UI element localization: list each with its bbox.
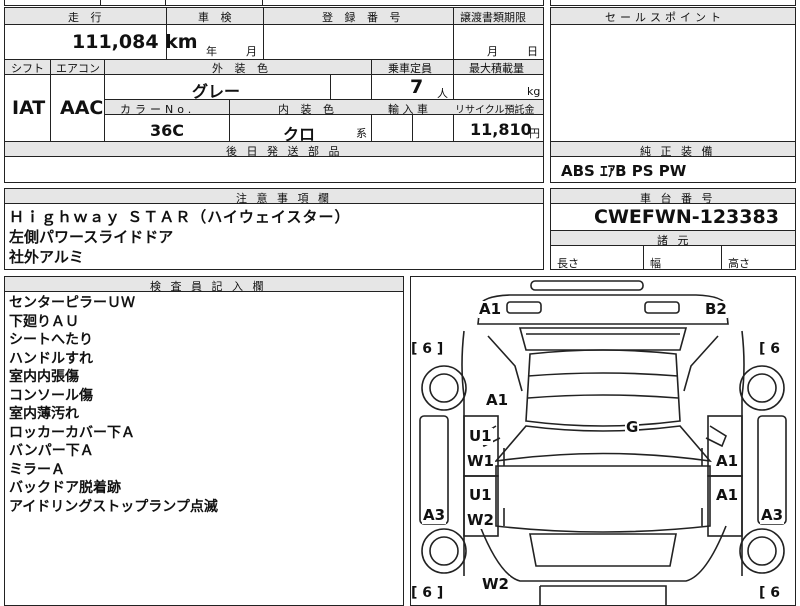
damage-mark: A1 <box>715 452 740 470</box>
tire-count-value: 6 <box>770 585 781 601</box>
mileage-value: 111,084 km <box>72 31 198 53</box>
damage-mark: A3 <box>760 506 785 524</box>
equipment-value: ABS ｴｱB PS PW <box>561 162 687 180</box>
shift-value: IAT <box>12 97 46 119</box>
divider <box>263 8 264 60</box>
equipment-label: 純 正 装 備 <box>640 145 716 158</box>
inspector-line: コンソール傷 <box>9 387 93 404</box>
height-label: 高さ <box>728 257 750 270</box>
damage-mark: A1 <box>478 300 503 318</box>
inspector-line: バックドア脱着跡 <box>9 480 121 496</box>
interior-suffix: 系 <box>356 127 367 140</box>
recycle-label: リサイクル預託金 <box>455 105 535 116</box>
damage-mark: W2 <box>466 511 495 529</box>
notes-line: 左側パワースライドドア <box>9 228 174 246</box>
chassis-label: 車 台 番 号 <box>640 192 716 205</box>
maxload-unit: kg <box>527 85 541 98</box>
divider <box>643 246 644 270</box>
later-parts-label: 後 日 発 送 部 品 <box>226 145 343 158</box>
tire-count-value: 6 <box>422 341 433 357</box>
chassis-value: CWEFWN-123383 <box>594 206 779 228</box>
inspector-line: アイドリングストップランプ点滅 <box>9 498 218 515</box>
top-fragment-divider <box>165 0 166 6</box>
tire-count-value: 6 <box>770 341 781 357</box>
inspector-line: ロッカーカバー下Ａ <box>9 424 135 441</box>
interior-label: 内 装 色 <box>278 103 338 116</box>
colorno-value: 36C <box>150 121 185 140</box>
notes-line: Ｈｉｇｈｗａｙ ＳＴＡＲ（ハイウェイスター） <box>9 208 351 226</box>
tire-count-front-right: [ 6 <box>759 585 781 601</box>
tire-count-rear-left: [ 6 ] <box>411 341 444 357</box>
transfer-label: 譲渡書類期限 <box>460 11 526 24</box>
tire-count-value: 6 <box>422 585 433 601</box>
inspection-label: 車 検 <box>198 11 236 24</box>
sales-label: セールスポイント <box>605 11 725 24</box>
capacity-label: 乗車定員 <box>388 62 432 75</box>
damage-mark: U1 <box>468 427 493 445</box>
damage-mark: A3 <box>422 506 447 524</box>
notes-line: 社外アルミ <box>9 248 84 266</box>
top-fragment-row <box>4 0 544 6</box>
inspector-line: ハンドルすれ <box>9 350 93 367</box>
colorno-label: カラーNo. <box>120 103 196 116</box>
inspector-line: ミラーＡ <box>9 461 65 478</box>
exterior-label: 外 装 色 <box>212 62 272 75</box>
divider <box>721 246 722 270</box>
inspector-line: 下廻りＡＵ <box>9 313 79 330</box>
damage-mark: W1 <box>466 452 495 470</box>
recycle-unit: 円 <box>529 127 540 140</box>
dims-label: 諸 元 <box>657 234 692 247</box>
divider <box>50 60 51 141</box>
width-label: 幅 <box>650 257 661 270</box>
inspection-year: 年 <box>206 45 217 58</box>
top-fragment-divider <box>262 0 263 6</box>
transfer-month: 月 <box>487 45 498 58</box>
ac-value: AAC <box>60 97 104 119</box>
divider <box>330 75 331 99</box>
mileage-label: 走 行 <box>68 11 106 24</box>
inspector-label: 検 査 員 記 入 欄 <box>150 280 267 293</box>
top-fragment-right <box>550 0 796 6</box>
tire-count-rear-right: [ 6 <box>759 341 781 357</box>
damage-mark: U1 <box>468 486 493 504</box>
divider <box>229 100 230 141</box>
inspector-line: 室内内張傷 <box>9 369 79 385</box>
damage-mark: G <box>625 418 640 436</box>
inspector-line: 室内薄汚れ <box>9 406 79 422</box>
top-fragment-divider <box>100 0 101 6</box>
recycle-value: 11,810 <box>470 120 532 139</box>
registration-label: 登 録 番 号 <box>322 11 405 24</box>
damage-mark: W2 <box>481 575 510 593</box>
length-label: 長さ <box>557 257 579 270</box>
inspector-line: バンパー下Ａ <box>9 443 94 459</box>
damage-mark: B2 <box>704 300 728 318</box>
maxload-label: 最大積載量 <box>469 62 524 75</box>
inspector-line: シートへたり <box>9 332 93 348</box>
transfer-day: 日 <box>527 45 538 58</box>
capacity-value: 7 <box>410 76 424 98</box>
ac-label: エアコン <box>56 62 100 75</box>
damage-mark: A1 <box>485 391 510 409</box>
inspection-month: 月 <box>246 45 257 58</box>
divider <box>412 115 413 141</box>
notes-label: 注 意 事 項 欄 <box>236 192 332 205</box>
import-label: 輸 入 車 <box>388 103 428 116</box>
divider <box>453 8 454 60</box>
inspector-line: センターピラーＵＷ <box>9 295 135 311</box>
shift-label: シフト <box>11 62 44 75</box>
tire-count-front-left: [ 6 ] <box>411 585 444 601</box>
damage-mark: A1 <box>715 486 740 504</box>
